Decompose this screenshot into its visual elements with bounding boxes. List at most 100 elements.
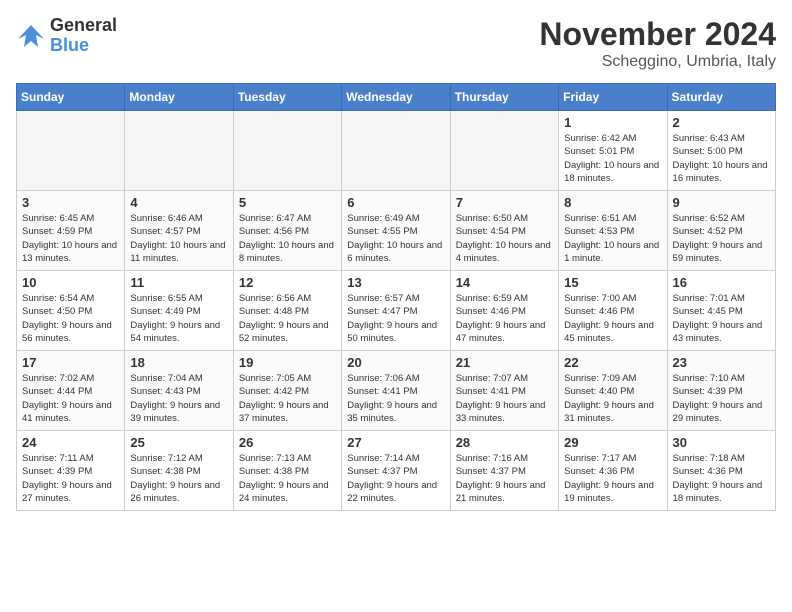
calendar-table: SundayMondayTuesdayWednesdayThursdayFrid…	[16, 83, 776, 511]
day-number: 7	[456, 195, 553, 210]
calendar-cell: 20 Sunrise: 7:06 AM Sunset: 4:41 PM Dayl…	[342, 351, 450, 431]
day-info: Sunrise: 7:07 AM Sunset: 4:41 PM Dayligh…	[456, 372, 553, 425]
header-sunday: Sunday	[17, 84, 125, 111]
calendar-cell: 16 Sunrise: 7:01 AM Sunset: 4:45 PM Dayl…	[667, 271, 775, 351]
calendar-cell: 6 Sunrise: 6:49 AM Sunset: 4:55 PM Dayli…	[342, 191, 450, 271]
day-number: 5	[239, 195, 336, 210]
calendar-cell: 1 Sunrise: 6:42 AM Sunset: 5:01 PM Dayli…	[559, 111, 667, 191]
logo: GeneralBlue	[16, 16, 117, 56]
day-info: Sunrise: 6:47 AM Sunset: 4:56 PM Dayligh…	[239, 212, 336, 265]
day-number: 11	[130, 275, 227, 290]
day-info: Sunrise: 7:13 AM Sunset: 4:38 PM Dayligh…	[239, 452, 336, 505]
calendar-cell	[450, 111, 558, 191]
location: Scheggino, Umbria, Italy	[539, 53, 776, 71]
calendar-cell: 17 Sunrise: 7:02 AM Sunset: 4:44 PM Dayl…	[17, 351, 125, 431]
day-info: Sunrise: 6:43 AM Sunset: 5:00 PM Dayligh…	[673, 132, 770, 185]
day-info: Sunrise: 7:05 AM Sunset: 4:42 PM Dayligh…	[239, 372, 336, 425]
calendar-week-row: 17 Sunrise: 7:02 AM Sunset: 4:44 PM Dayl…	[17, 351, 776, 431]
header-monday: Monday	[125, 84, 233, 111]
calendar-cell	[342, 111, 450, 191]
day-number: 21	[456, 355, 553, 370]
calendar-cell: 18 Sunrise: 7:04 AM Sunset: 4:43 PM Dayl…	[125, 351, 233, 431]
header-saturday: Saturday	[667, 84, 775, 111]
day-number: 3	[22, 195, 119, 210]
day-number: 15	[564, 275, 661, 290]
day-number: 18	[130, 355, 227, 370]
day-number: 9	[673, 195, 770, 210]
day-number: 1	[564, 115, 661, 130]
day-number: 23	[673, 355, 770, 370]
day-number: 29	[564, 435, 661, 450]
day-info: Sunrise: 7:14 AM Sunset: 4:37 PM Dayligh…	[347, 452, 444, 505]
calendar-cell: 13 Sunrise: 6:57 AM Sunset: 4:47 PM Dayl…	[342, 271, 450, 351]
day-info: Sunrise: 6:59 AM Sunset: 4:46 PM Dayligh…	[456, 292, 553, 345]
day-number: 4	[130, 195, 227, 210]
day-info: Sunrise: 6:57 AM Sunset: 4:47 PM Dayligh…	[347, 292, 444, 345]
calendar-cell: 15 Sunrise: 7:00 AM Sunset: 4:46 PM Dayl…	[559, 271, 667, 351]
calendar-week-row: 1 Sunrise: 6:42 AM Sunset: 5:01 PM Dayli…	[17, 111, 776, 191]
day-number: 19	[239, 355, 336, 370]
calendar-cell: 23 Sunrise: 7:10 AM Sunset: 4:39 PM Dayl…	[667, 351, 775, 431]
month-title: November 2024	[539, 16, 776, 53]
day-number: 16	[673, 275, 770, 290]
calendar-cell: 7 Sunrise: 6:50 AM Sunset: 4:54 PM Dayli…	[450, 191, 558, 271]
calendar-cell: 30 Sunrise: 7:18 AM Sunset: 4:36 PM Dayl…	[667, 431, 775, 511]
day-info: Sunrise: 7:10 AM Sunset: 4:39 PM Dayligh…	[673, 372, 770, 425]
day-number: 22	[564, 355, 661, 370]
calendar-cell: 12 Sunrise: 6:56 AM Sunset: 4:48 PM Dayl…	[233, 271, 341, 351]
day-info: Sunrise: 7:00 AM Sunset: 4:46 PM Dayligh…	[564, 292, 661, 345]
day-info: Sunrise: 6:51 AM Sunset: 4:53 PM Dayligh…	[564, 212, 661, 265]
header-wednesday: Wednesday	[342, 84, 450, 111]
page-header: GeneralBlue November 2024 Scheggino, Umb…	[16, 16, 776, 71]
calendar-cell	[125, 111, 233, 191]
header-friday: Friday	[559, 84, 667, 111]
calendar-cell: 14 Sunrise: 6:59 AM Sunset: 4:46 PM Dayl…	[450, 271, 558, 351]
calendar-cell: 5 Sunrise: 6:47 AM Sunset: 4:56 PM Dayli…	[233, 191, 341, 271]
calendar-week-row: 24 Sunrise: 7:11 AM Sunset: 4:39 PM Dayl…	[17, 431, 776, 511]
header-tuesday: Tuesday	[233, 84, 341, 111]
day-number: 28	[456, 435, 553, 450]
calendar-header-row: SundayMondayTuesdayWednesdayThursdayFrid…	[17, 84, 776, 111]
day-info: Sunrise: 7:01 AM Sunset: 4:45 PM Dayligh…	[673, 292, 770, 345]
calendar-cell: 24 Sunrise: 7:11 AM Sunset: 4:39 PM Dayl…	[17, 431, 125, 511]
day-info: Sunrise: 7:11 AM Sunset: 4:39 PM Dayligh…	[22, 452, 119, 505]
calendar-cell: 11 Sunrise: 6:55 AM Sunset: 4:49 PM Dayl…	[125, 271, 233, 351]
calendar-cell: 3 Sunrise: 6:45 AM Sunset: 4:59 PM Dayli…	[17, 191, 125, 271]
day-number: 14	[456, 275, 553, 290]
day-info: Sunrise: 6:42 AM Sunset: 5:01 PM Dayligh…	[564, 132, 661, 185]
calendar-cell: 9 Sunrise: 6:52 AM Sunset: 4:52 PM Dayli…	[667, 191, 775, 271]
day-info: Sunrise: 6:49 AM Sunset: 4:55 PM Dayligh…	[347, 212, 444, 265]
calendar-cell: 2 Sunrise: 6:43 AM Sunset: 5:00 PM Dayli…	[667, 111, 775, 191]
logo-icon	[16, 21, 46, 51]
calendar-cell: 29 Sunrise: 7:17 AM Sunset: 4:36 PM Dayl…	[559, 431, 667, 511]
header-thursday: Thursday	[450, 84, 558, 111]
day-number: 13	[347, 275, 444, 290]
day-info: Sunrise: 6:46 AM Sunset: 4:57 PM Dayligh…	[130, 212, 227, 265]
day-info: Sunrise: 6:45 AM Sunset: 4:59 PM Dayligh…	[22, 212, 119, 265]
title-block: November 2024 Scheggino, Umbria, Italy	[539, 16, 776, 71]
day-number: 2	[673, 115, 770, 130]
day-info: Sunrise: 7:04 AM Sunset: 4:43 PM Dayligh…	[130, 372, 227, 425]
day-number: 6	[347, 195, 444, 210]
day-info: Sunrise: 6:55 AM Sunset: 4:49 PM Dayligh…	[130, 292, 227, 345]
day-info: Sunrise: 6:54 AM Sunset: 4:50 PM Dayligh…	[22, 292, 119, 345]
calendar-cell: 22 Sunrise: 7:09 AM Sunset: 4:40 PM Dayl…	[559, 351, 667, 431]
calendar-cell: 10 Sunrise: 6:54 AM Sunset: 4:50 PM Dayl…	[17, 271, 125, 351]
day-info: Sunrise: 7:09 AM Sunset: 4:40 PM Dayligh…	[564, 372, 661, 425]
calendar-cell: 28 Sunrise: 7:16 AM Sunset: 4:37 PM Dayl…	[450, 431, 558, 511]
calendar-week-row: 10 Sunrise: 6:54 AM Sunset: 4:50 PM Dayl…	[17, 271, 776, 351]
day-info: Sunrise: 7:17 AM Sunset: 4:36 PM Dayligh…	[564, 452, 661, 505]
calendar-cell: 19 Sunrise: 7:05 AM Sunset: 4:42 PM Dayl…	[233, 351, 341, 431]
day-info: Sunrise: 7:16 AM Sunset: 4:37 PM Dayligh…	[456, 452, 553, 505]
day-info: Sunrise: 6:50 AM Sunset: 4:54 PM Dayligh…	[456, 212, 553, 265]
day-info: Sunrise: 7:02 AM Sunset: 4:44 PM Dayligh…	[22, 372, 119, 425]
calendar-cell: 25 Sunrise: 7:12 AM Sunset: 4:38 PM Dayl…	[125, 431, 233, 511]
day-info: Sunrise: 7:06 AM Sunset: 4:41 PM Dayligh…	[347, 372, 444, 425]
day-info: Sunrise: 6:56 AM Sunset: 4:48 PM Dayligh…	[239, 292, 336, 345]
calendar-cell: 4 Sunrise: 6:46 AM Sunset: 4:57 PM Dayli…	[125, 191, 233, 271]
day-number: 8	[564, 195, 661, 210]
day-number: 10	[22, 275, 119, 290]
day-number: 30	[673, 435, 770, 450]
logo-text: GeneralBlue	[50, 16, 117, 56]
calendar-cell: 26 Sunrise: 7:13 AM Sunset: 4:38 PM Dayl…	[233, 431, 341, 511]
